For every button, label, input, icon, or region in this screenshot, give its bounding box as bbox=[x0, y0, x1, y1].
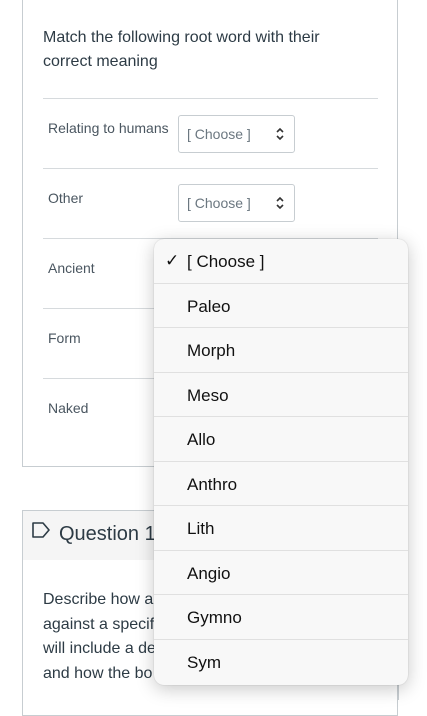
row-label-ancient: Ancient bbox=[48, 260, 95, 276]
question-prompt: Match the following root word with their… bbox=[43, 26, 343, 74]
row-label-other: Other bbox=[48, 190, 84, 206]
option-label: Angio bbox=[187, 563, 231, 583]
question-2-header: Question 1 bbox=[22, 510, 162, 560]
question-2-title: Question 1 bbox=[59, 523, 156, 545]
question-2-line: and how the bo bbox=[43, 664, 153, 682]
option-label: Meso bbox=[187, 385, 229, 405]
row-label-form: Form bbox=[48, 330, 81, 346]
prompt-line-2: correct meaning bbox=[43, 53, 158, 70]
up-down-chevron-icon bbox=[276, 127, 284, 141]
option-label: Allo bbox=[187, 430, 216, 449]
row-label-naked: Naked bbox=[48, 400, 89, 416]
bookmark-tag-icon[interactable] bbox=[31, 521, 51, 539]
prompt-line-1: Match the following root word with their bbox=[43, 29, 320, 46]
choose-dropdown-menu[interactable]: ✓ [ Choose ] Paleo Morph Meso Allo Anthr… bbox=[154, 239, 408, 685]
option-label: Paleo bbox=[187, 296, 231, 316]
option-meso[interactable]: Meso bbox=[154, 373, 408, 417]
option-label: Morph bbox=[187, 341, 236, 360]
up-down-chevron-icon bbox=[276, 196, 284, 210]
option-morph[interactable]: Morph bbox=[154, 328, 408, 373]
row-label-relating-to-humans: Relating to humans bbox=[48, 120, 169, 136]
question-2-text: Describe how a against a specifi will in… bbox=[43, 588, 158, 686]
question-2-line: against a specifi bbox=[43, 615, 158, 633]
question-2-line: will include a de bbox=[43, 640, 156, 657]
option-paleo[interactable]: Paleo bbox=[154, 284, 408, 328]
option-gymno[interactable]: Gymno bbox=[154, 595, 408, 640]
question-2-line: Describe how a bbox=[43, 591, 154, 608]
option-choose[interactable]: ✓ [ Choose ] bbox=[154, 239, 408, 284]
option-allo[interactable]: Allo bbox=[154, 417, 408, 462]
option-label: [ Choose ] bbox=[187, 252, 265, 271]
option-label: Sym bbox=[187, 652, 221, 672]
checkmark-icon: ✓ bbox=[165, 251, 180, 270]
divider bbox=[43, 168, 378, 169]
select-value: [ Choose ] bbox=[187, 195, 251, 211]
option-angio[interactable]: Angio bbox=[154, 551, 408, 595]
option-label: Anthro bbox=[187, 474, 238, 494]
option-label: Gymno bbox=[187, 608, 242, 627]
option-sym[interactable]: Sym bbox=[154, 640, 408, 685]
option-label: Lith bbox=[187, 519, 215, 538]
select-value: [ Choose ] bbox=[187, 126, 251, 142]
option-anthro[interactable]: Anthro bbox=[154, 462, 408, 506]
answer-select-other[interactable]: [ Choose ] bbox=[178, 184, 295, 222]
option-lith[interactable]: Lith bbox=[154, 506, 408, 551]
answer-select-relating-to-humans[interactable]: [ Choose ] bbox=[178, 115, 295, 153]
divider bbox=[43, 98, 378, 99]
